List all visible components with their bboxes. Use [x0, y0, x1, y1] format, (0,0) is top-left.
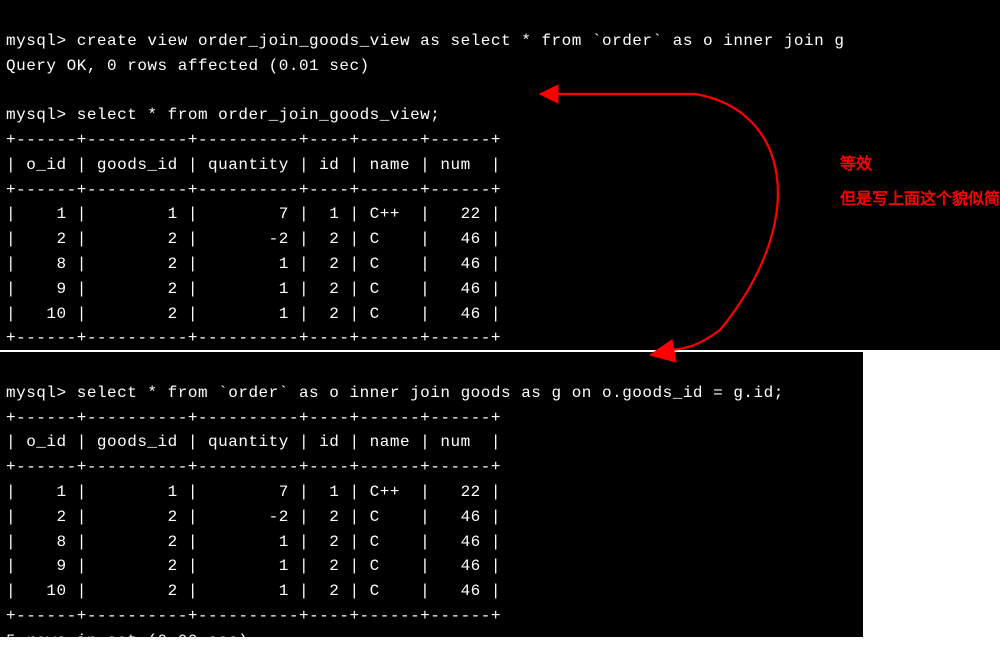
table-row: | 8 | 2 | 1 | 2 | C | 46 |	[6, 533, 501, 551]
mysql-prompt: mysql>	[6, 384, 67, 402]
table-row: | 10 | 2 | 1 | 2 | C | 46 |	[6, 305, 501, 323]
create-view-command: create view order_join_goods_view as sel…	[77, 32, 845, 50]
select-join-command: select * from `order` as o inner join go…	[77, 384, 784, 402]
table-header: | o_id | goods_id | quantity | id | name…	[6, 156, 501, 174]
mysql-prompt: mysql>	[6, 32, 67, 50]
table-row: | 2 | 2 | -2 | 2 | C | 46 |	[6, 508, 501, 526]
query-ok-line: Query OK, 0 rows affected (0.01 sec)	[6, 57, 370, 75]
terminal-top[interactable]: mysql> create view order_join_goods_view…	[0, 0, 1000, 350]
table-row: | 8 | 2 | 1 | 2 | C | 46 |	[6, 255, 501, 273]
table-border: +------+----------+----------+----+-----…	[6, 458, 501, 476]
annotation-equivalent: 等效	[840, 150, 872, 174]
terminal-bottom[interactable]: mysql> select * from `order` as o inner …	[0, 352, 863, 637]
table-row: | 9 | 2 | 1 | 2 | C | 46 |	[6, 557, 501, 575]
table-row: | 9 | 2 | 1 | 2 | C | 46 |	[6, 280, 501, 298]
table-header: | o_id | goods_id | quantity | id | name…	[6, 433, 501, 451]
table-row: | 2 | 2 | -2 | 2 | C | 46 |	[6, 230, 501, 248]
table-border: +------+----------+----------+----+-----…	[6, 607, 501, 625]
table-row: | 1 | 1 | 7 | 1 | C++ | 22 |	[6, 483, 501, 501]
table-border: +------+----------+----------+----+-----…	[6, 409, 501, 427]
table-border: +------+----------+----------+----+-----…	[6, 131, 501, 149]
mysql-prompt: mysql>	[6, 106, 67, 124]
table-border: +------+----------+----------+----+-----…	[6, 181, 501, 199]
blank-line	[6, 81, 16, 99]
table-row: | 1 | 1 | 7 | 1 | C++ | 22 |	[6, 205, 501, 223]
table-row: | 10 | 2 | 1 | 2 | C | 46 |	[6, 582, 501, 600]
annotation-note: 但是写上面这个貌似简	[840, 185, 1000, 209]
rows-in-set: 5 rows in set (0.00 sec)	[6, 632, 248, 650]
table-border: +------+----------+----------+----+-----…	[6, 329, 501, 347]
prompt-line: mysql> select * from order_join_goods_vi…	[6, 106, 440, 124]
prompt-line: mysql> create view order_join_goods_view…	[6, 32, 844, 50]
prompt-line: mysql> select * from `order` as o inner …	[6, 384, 784, 402]
select-view-command: select * from order_join_goods_view;	[77, 106, 441, 124]
